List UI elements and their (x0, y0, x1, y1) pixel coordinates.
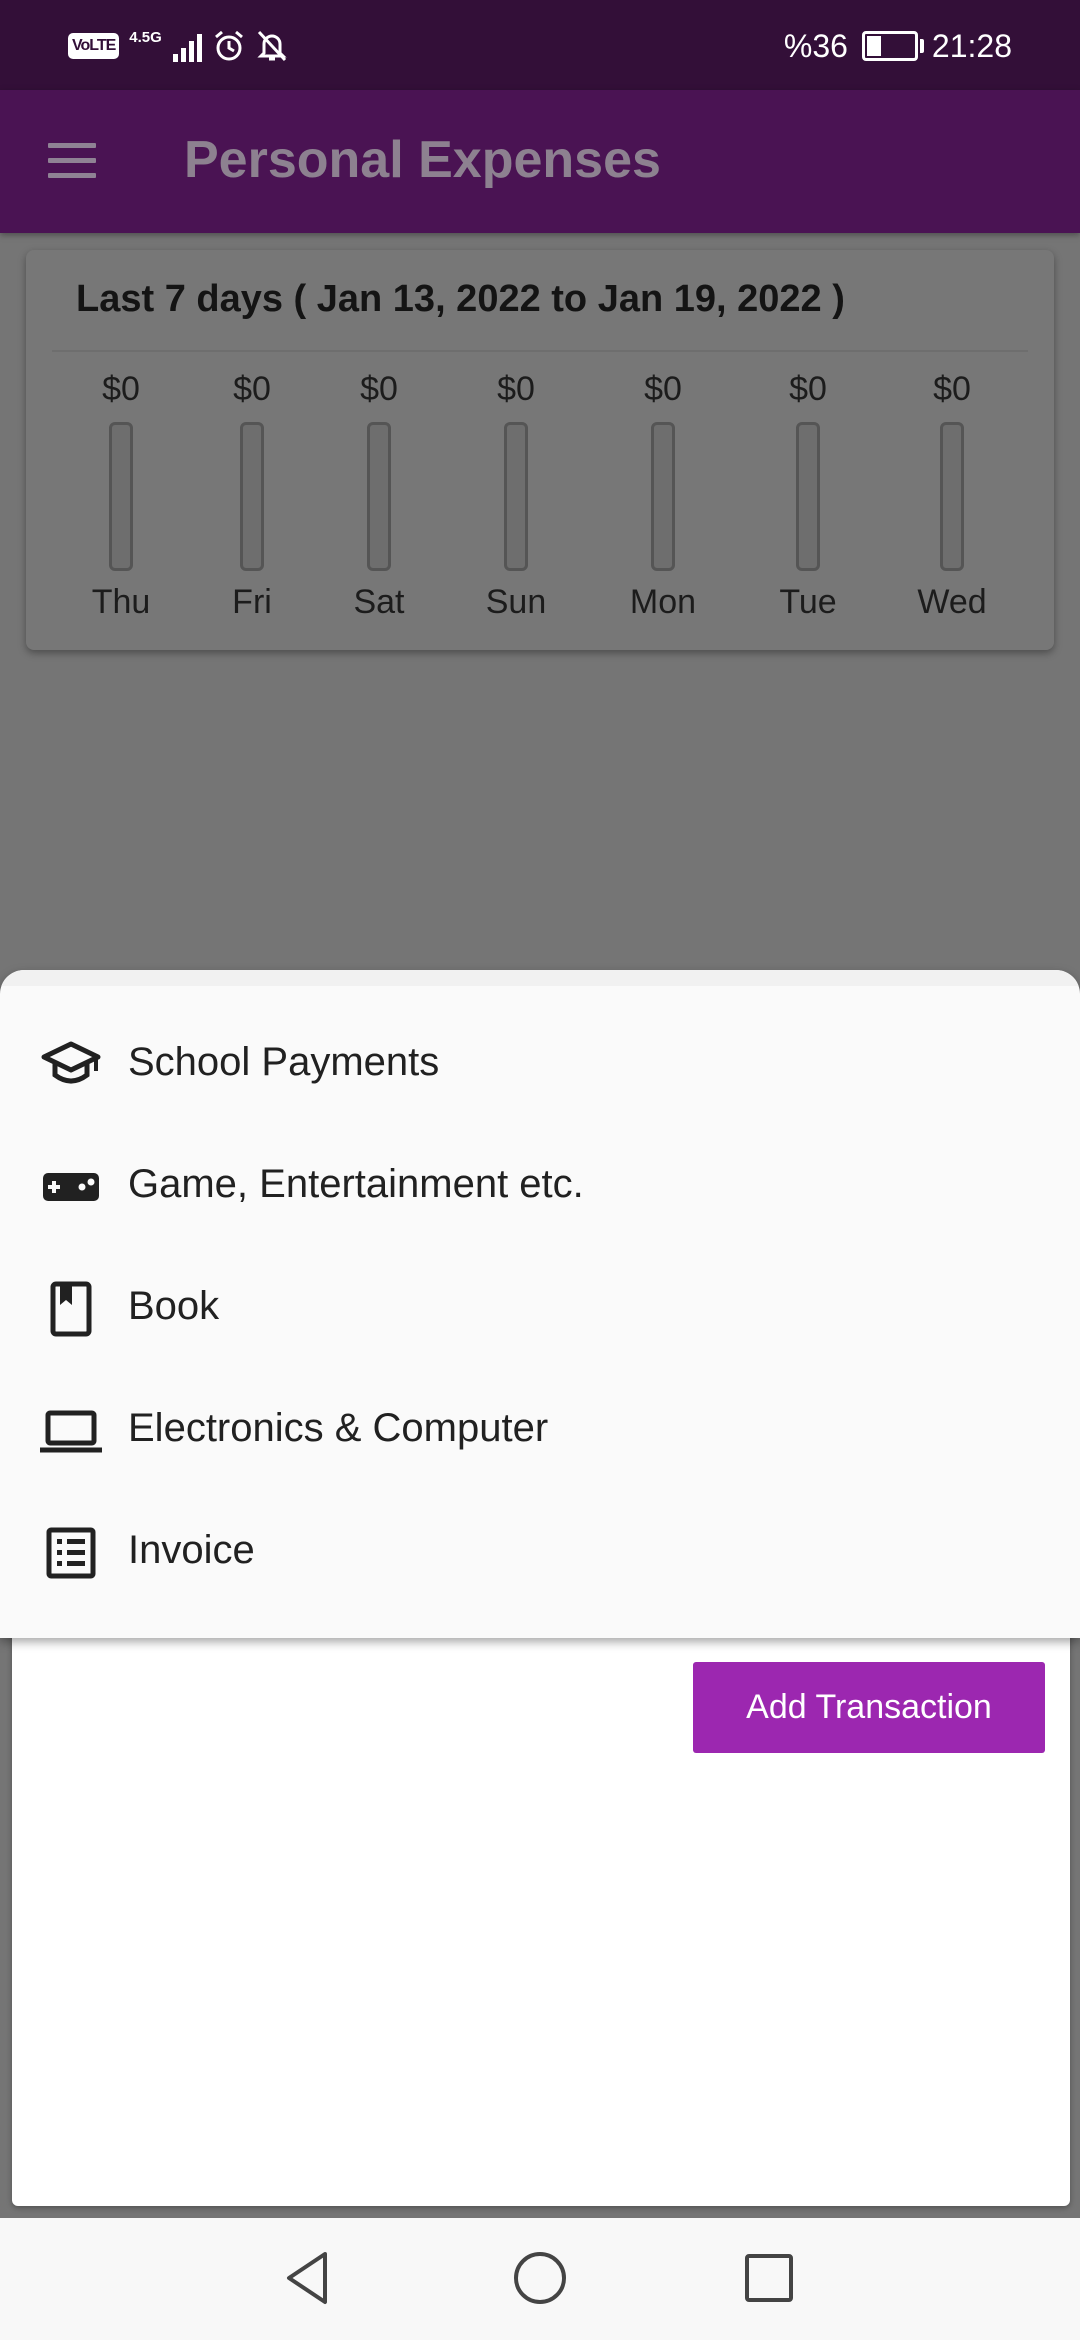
menu-item-label: Game, Entertainment etc. (128, 1162, 584, 1206)
school-icon (41, 1041, 101, 1084)
menu-item-label: Invoice (128, 1528, 255, 1572)
chart-day-column: $0 Tue (748, 368, 868, 623)
menu-item-invoice[interactable]: Invoice (0, 1498, 1080, 1608)
clock: 21:28 (931, 27, 1012, 64)
list-alt-icon (46, 1527, 96, 1579)
chart-day-column: $0 Sun (456, 368, 576, 623)
chart-day-column: $0 Fri (192, 368, 312, 623)
recents-icon[interactable] (737, 2246, 801, 2310)
chart-bar (367, 422, 391, 571)
chart-data-label: $0 (933, 370, 971, 408)
network-type: 4.5G (129, 28, 163, 64)
transaction-form-card: Add Transaction (12, 1620, 1070, 2206)
menu-icon[interactable] (48, 143, 96, 181)
chart-tick-label: Mon (629, 583, 697, 621)
chart-title: Last 7 days ( Jan 13, 2022 to Jan 19, 20… (76, 278, 845, 320)
laptop-icon (40, 1410, 102, 1453)
navigation-bar (0, 2218, 1080, 2340)
add-transaction-button[interactable]: Add Transaction (693, 1662, 1045, 1753)
menu-item-label: School Payments (128, 1040, 440, 1084)
chart-day-column: $0 Wed (892, 368, 1012, 623)
battery-percent: %36 (783, 27, 848, 64)
notifications-off-icon (257, 30, 287, 62)
book-icon (50, 1281, 92, 1337)
gamepad-icon (43, 1173, 99, 1201)
signal-icon (173, 30, 203, 62)
chart-tick-label: Fri (232, 583, 272, 621)
chart-tick-label: Tue (779, 583, 837, 621)
battery-charging-icon (861, 31, 924, 61)
home-icon[interactable] (508, 2246, 572, 2310)
chart-bar (796, 422, 820, 571)
menu-item-label: Electronics & Computer (128, 1406, 549, 1450)
chart-tick-label: Sat (353, 583, 405, 621)
status-left: VoLTE 4.5G (68, 24, 288, 68)
chart-data-label: $0 (102, 370, 140, 408)
chart-tick-label: Thu (91, 583, 151, 621)
chart-day-column: $0 Sat (319, 368, 439, 623)
battery-level-fill (866, 36, 881, 56)
chart-day-column: $0 Thu (61, 368, 181, 623)
chart-tick-label: Sun (485, 583, 547, 621)
network-label: 4.5G (129, 29, 162, 46)
chart-tick-label: Wed (917, 583, 987, 621)
chart-data-label: $0 (360, 370, 398, 408)
chart-bar (504, 422, 528, 571)
status-right: %36 21:28 (784, 26, 1012, 66)
menu-item-game-entertainment[interactable]: Game, Entertainment etc. (0, 1132, 1080, 1242)
chart-bar (940, 422, 964, 571)
menu-item-label: Book (128, 1284, 220, 1328)
page-title: Personal Expenses (184, 131, 661, 189)
menu-top-edge (0, 970, 1080, 986)
volte-icon: VoLTE (68, 33, 120, 59)
app-bar: Personal Expenses (0, 90, 1080, 233)
chart-data-label: $0 (644, 370, 682, 408)
chart-data-label: $0 (233, 370, 271, 408)
alarm-icon (215, 30, 244, 61)
category-menu: School Payments Game, Entertainment etc.… (0, 970, 1080, 1638)
back-icon[interactable] (277, 2246, 341, 2310)
menu-item-school-payments[interactable]: School Payments (0, 1010, 1080, 1120)
chart-card: Last 7 days ( Jan 13, 2022 to Jan 19, 20… (26, 250, 1054, 650)
chart-day-column: $0 Mon (603, 368, 723, 623)
chart-data-label: $0 (789, 370, 827, 408)
chart-bar (240, 422, 264, 571)
status-bar: VoLTE 4.5G %36 21:28 (0, 0, 1080, 90)
menu-item-electronics-computer[interactable]: Electronics & Computer (0, 1376, 1080, 1486)
chart-data-label: $0 (497, 370, 535, 408)
menu-item-book[interactable]: Book (0, 1254, 1080, 1364)
chart-divider (52, 350, 1028, 352)
chart-bar (651, 422, 675, 571)
chart-bar (109, 422, 133, 571)
